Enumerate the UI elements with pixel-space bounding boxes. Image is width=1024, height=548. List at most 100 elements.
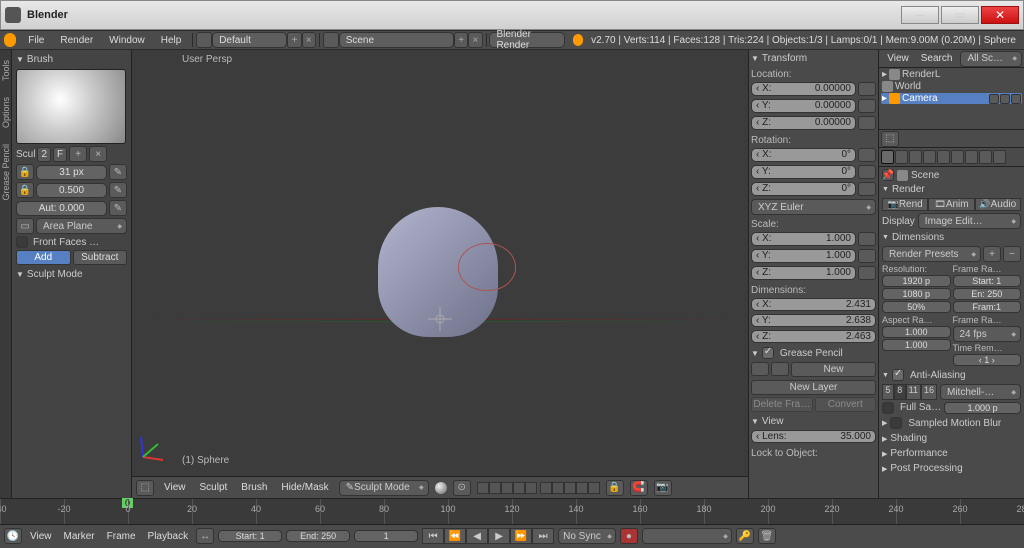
strength-field[interactable]: 0.500: [36, 183, 107, 198]
tl-view[interactable]: View: [26, 531, 56, 542]
props-editor-icon[interactable]: ⬚: [881, 131, 899, 147]
loc-y[interactable]: ‹ Y:0.00000: [751, 99, 856, 113]
shading-header[interactable]: Shading: [882, 432, 1021, 445]
dim-y[interactable]: ‹ Y:2.638: [751, 314, 876, 327]
subtract-button[interactable]: Subtract: [73, 250, 128, 265]
res-y-field[interactable]: 1080 p: [882, 288, 951, 300]
np-view-header[interactable]: View: [751, 415, 876, 428]
outliner-filter[interactable]: All Sc…: [960, 51, 1022, 67]
brush-unlink-icon[interactable]: ×: [89, 146, 107, 162]
aa-panel-header[interactable]: Anti-Aliasing: [882, 368, 1021, 382]
keyframe-prev-button[interactable]: ⏪: [444, 528, 466, 544]
outliner-search[interactable]: Search: [917, 53, 957, 64]
3d-viewport[interactable]: User Persp (1) Sphere ⬚ View Sculpt Brus…: [132, 50, 749, 498]
render-presets-selector[interactable]: Render Presets: [882, 246, 981, 262]
brush-panel-header[interactable]: Brush: [16, 52, 127, 67]
render-preview-icon[interactable]: 📷: [654, 480, 672, 496]
performance-header[interactable]: Performance: [882, 447, 1021, 460]
range-icon[interactable]: ↔: [196, 528, 214, 544]
cursor-icon[interactable]: [1000, 94, 1010, 104]
end-frame-field[interactable]: En: 250: [953, 288, 1022, 300]
tab-tools[interactable]: Tools: [1, 54, 11, 87]
outliner-view[interactable]: View: [883, 53, 913, 64]
loc-x[interactable]: ‹ X:0.00000: [751, 82, 856, 96]
tab-material-icon[interactable]: [993, 150, 1006, 164]
display-mode-selector[interactable]: Image Edit…: [918, 213, 1021, 229]
layout-remove[interactable]: ×: [302, 32, 316, 48]
tab-render-icon[interactable]: [881, 150, 894, 164]
snap-icon[interactable]: 🧲: [630, 480, 648, 496]
scene-selector[interactable]: Scene: [339, 32, 454, 48]
radius-pressure-icon[interactable]: ✎: [109, 164, 127, 180]
asp-x-field[interactable]: 1.000: [882, 326, 951, 338]
aa-8[interactable]: 8: [894, 384, 906, 400]
layout-add[interactable]: +: [287, 32, 301, 48]
add-button[interactable]: Add: [16, 250, 71, 265]
frame-step-field[interactable]: Fram:1: [953, 301, 1022, 313]
gp-line-icon[interactable]: [771, 362, 789, 376]
brush-users[interactable]: 2: [37, 147, 51, 162]
tl-frame[interactable]: Frame: [103, 531, 140, 542]
play-reverse-button[interactable]: ◀: [466, 528, 488, 544]
layout-selector[interactable]: Default: [212, 32, 287, 48]
tab-options[interactable]: Options: [1, 91, 11, 134]
res-pct-field[interactable]: 50%: [882, 301, 951, 313]
sculpt-plane-selector[interactable]: Area Plane: [36, 218, 127, 234]
gp-new-button[interactable]: New: [791, 362, 876, 377]
aa-5[interactable]: 5: [882, 384, 894, 400]
tl-start-field[interactable]: Start: 1: [218, 530, 282, 542]
keying-set-selector[interactable]: [642, 528, 732, 544]
dim-x[interactable]: ‹ X:2.431: [751, 298, 876, 311]
menu-help[interactable]: Help: [153, 33, 190, 48]
menu-file[interactable]: File: [20, 33, 52, 48]
timeline-editor-icon[interactable]: 🕓: [4, 528, 22, 544]
audio-button[interactable]: 🔊Audio: [975, 198, 1021, 211]
pin-icon[interactable]: 📌: [882, 169, 894, 181]
scl-x[interactable]: ‹ X:1.000: [751, 232, 856, 246]
tl-playback[interactable]: Playback: [144, 531, 193, 542]
eye-icon[interactable]: [989, 94, 999, 104]
tl-marker[interactable]: Marker: [60, 531, 99, 542]
tl-current-field[interactable]: 1: [354, 530, 418, 542]
render-icon[interactable]: [1011, 94, 1021, 104]
motion-blur-header[interactable]: Sampled Motion Blur: [882, 416, 1021, 430]
vh-brush[interactable]: Brush: [237, 482, 271, 493]
fullsample-size-field[interactable]: 1.000 p: [944, 402, 1021, 414]
plane-icon[interactable]: ▭: [16, 218, 34, 234]
sculpt-mode-header[interactable]: Sculpt Mode: [16, 267, 127, 282]
vh-hide[interactable]: Hide/Mask: [277, 482, 332, 493]
menu-window[interactable]: Window: [101, 33, 153, 48]
keyframe-insert-icon[interactable]: 🔑: [736, 528, 754, 544]
strength-lock-icon[interactable]: 🔒: [16, 182, 34, 198]
scene-add[interactable]: +: [454, 32, 468, 48]
jump-start-button[interactable]: ⏮: [422, 528, 444, 544]
blender-logo-icon[interactable]: [4, 33, 16, 47]
vh-view[interactable]: View: [160, 482, 190, 493]
layers-widget[interactable]: [477, 482, 600, 494]
render-engine-selector[interactable]: Blender Render: [489, 32, 564, 48]
render-button[interactable]: 📷Rend: [882, 198, 928, 211]
scene-breadcrumb[interactable]: Scene: [911, 170, 939, 181]
radius-field[interactable]: 31 px: [36, 165, 107, 180]
preset-remove-icon[interactable]: −: [1003, 246, 1021, 262]
dim-z[interactable]: ‹ Z:2.463: [751, 330, 876, 343]
autosmooth-pressure-icon[interactable]: ✎: [109, 200, 127, 216]
brush-add-icon[interactable]: +: [69, 146, 87, 162]
sync-mode-selector[interactable]: No Sync: [558, 528, 616, 544]
tab-constraints-icon[interactable]: [951, 150, 964, 164]
play-button[interactable]: ▶: [488, 528, 510, 544]
render-panel-header[interactable]: Render: [882, 183, 1021, 196]
scene-remove[interactable]: ×: [468, 32, 482, 48]
loc-lock-icon[interactable]: [858, 82, 876, 96]
radius-lock-icon[interactable]: 🔒: [16, 164, 34, 180]
autosmooth-field[interactable]: Aut: 0.000: [16, 201, 107, 216]
timeline-ruler[interactable]: -40-200204060801001201401601802002202402…: [0, 499, 1024, 525]
res-x-field[interactable]: 1920 p: [882, 275, 951, 287]
gp-draw-icon[interactable]: [751, 362, 769, 376]
outliner-item-world[interactable]: World: [881, 81, 1022, 92]
keyframe-delete-icon[interactable]: 🗑: [758, 528, 776, 544]
pivot-icon[interactable]: ⊙: [453, 480, 471, 496]
outliner-item-renderlayers[interactable]: ▸RenderL: [881, 69, 1022, 80]
tab-renderlayers-icon[interactable]: [895, 150, 908, 164]
asp-y-field[interactable]: 1.000: [882, 339, 951, 351]
